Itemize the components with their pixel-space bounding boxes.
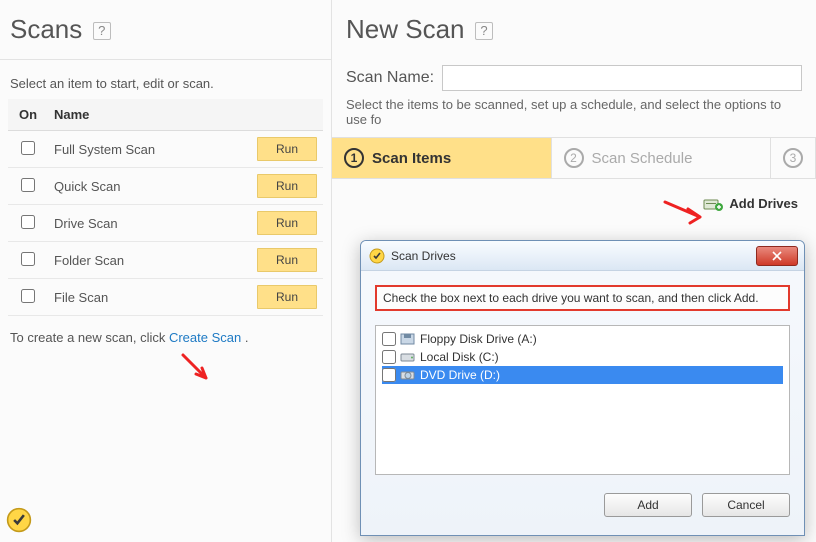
table-row: Drive Scan Run: [8, 205, 323, 242]
close-icon: [772, 251, 782, 261]
cancel-button[interactable]: Cancel: [702, 493, 790, 517]
drive-row[interactable]: Local Disk (C:): [382, 348, 783, 366]
run-button[interactable]: Run: [257, 137, 317, 161]
scan-enable-checkbox[interactable]: [21, 215, 35, 229]
step-number-icon: 1: [344, 148, 364, 168]
create-scan-link[interactable]: Create Scan: [169, 330, 241, 345]
hint-suffix: .: [241, 330, 248, 345]
dialog-body: Check the box next to each drive you wan…: [361, 271, 804, 485]
scan-name: Full System Scan: [48, 131, 251, 168]
drive-row[interactable]: DVD Drive (D:): [382, 366, 783, 384]
floppy-drive-icon: [400, 332, 416, 346]
table-row: File Scan Run: [8, 279, 323, 316]
drive-plus-icon: [703, 195, 723, 211]
dialog-title: Scan Drives: [391, 249, 750, 263]
scan-name: Quick Scan: [48, 168, 251, 205]
run-button[interactable]: Run: [257, 174, 317, 198]
scans-instruction: Select an item to start, edit or scan.: [0, 60, 331, 99]
drive-label: Local Disk (C:): [420, 350, 499, 364]
scan-name: Drive Scan: [48, 205, 251, 242]
dialog-buttons: Add Cancel: [361, 485, 804, 525]
table-row: Folder Scan Run: [8, 242, 323, 279]
wizard-steps: 1 Scan Items 2 Scan Schedule 3: [332, 137, 816, 179]
step-three[interactable]: 3: [771, 138, 816, 178]
table-row: Full System Scan Run: [8, 131, 323, 168]
help-icon[interactable]: ?: [93, 22, 111, 40]
drive-checkbox[interactable]: [382, 350, 396, 364]
step-label: Scan Items: [372, 150, 451, 167]
scan-name-row: Scan Name:: [332, 55, 816, 95]
norton-shield-icon: [6, 507, 32, 538]
new-scan-header: New Scan ?: [332, 0, 816, 55]
step-number-icon: 2: [564, 148, 584, 168]
scans-table: On Name Full System Scan Run Quick Scan …: [8, 99, 323, 316]
step-number-icon: 3: [783, 148, 803, 168]
scans-panel: Scans ? Select an item to start, edit or…: [0, 0, 332, 542]
drive-label: DVD Drive (D:): [420, 368, 500, 382]
hard-drive-icon: [400, 350, 416, 364]
col-name: Name: [48, 99, 251, 131]
dialog-instruction: Check the box next to each drive you wan…: [375, 285, 790, 311]
norton-shield-icon: [369, 248, 385, 264]
run-button[interactable]: Run: [257, 285, 317, 309]
scans-header: Scans ?: [0, 0, 331, 60]
step-label: Scan Schedule: [592, 150, 693, 167]
step-scan-schedule[interactable]: 2 Scan Schedule: [552, 138, 772, 178]
scan-enable-checkbox[interactable]: [21, 252, 35, 266]
drives-listbox[interactable]: Floppy Disk Drive (A:) Local Disk (C:) D…: [375, 325, 790, 475]
add-drives-label: Add Drives: [729, 196, 798, 211]
scan-name-input[interactable]: [442, 65, 802, 91]
step-scan-items[interactable]: 1 Scan Items: [332, 138, 552, 178]
scan-name: Folder Scan: [48, 242, 251, 279]
run-button[interactable]: Run: [257, 248, 317, 272]
run-button[interactable]: Run: [257, 211, 317, 235]
help-icon[interactable]: ?: [475, 22, 493, 40]
drive-checkbox[interactable]: [382, 368, 396, 382]
add-drives-link[interactable]: Add Drives: [332, 179, 816, 211]
drive-label: Floppy Disk Drive (A:): [420, 332, 537, 346]
create-scan-hint: To create a new scan, click Create Scan …: [0, 316, 331, 351]
hint-prefix: To create a new scan, click: [10, 330, 169, 345]
close-button[interactable]: [756, 246, 798, 266]
scan-enable-checkbox[interactable]: [21, 289, 35, 303]
scan-name-label: Scan Name:: [346, 69, 434, 87]
scan-drives-dialog: Scan Drives Check the box next to each d…: [360, 240, 805, 536]
new-scan-title: New Scan: [346, 14, 465, 45]
scans-title: Scans: [10, 14, 82, 45]
dialog-titlebar[interactable]: Scan Drives: [361, 241, 804, 271]
col-on: On: [8, 99, 48, 131]
drive-row[interactable]: Floppy Disk Drive (A:): [382, 330, 783, 348]
new-scan-sub: Select the items to be scanned, set up a…: [332, 95, 816, 137]
drive-checkbox[interactable]: [382, 332, 396, 346]
scan-name: File Scan: [48, 279, 251, 316]
scan-enable-checkbox[interactable]: [21, 178, 35, 192]
table-row: Quick Scan Run: [8, 168, 323, 205]
dvd-drive-icon: [400, 368, 416, 382]
add-button[interactable]: Add: [604, 493, 692, 517]
scan-enable-checkbox[interactable]: [21, 141, 35, 155]
